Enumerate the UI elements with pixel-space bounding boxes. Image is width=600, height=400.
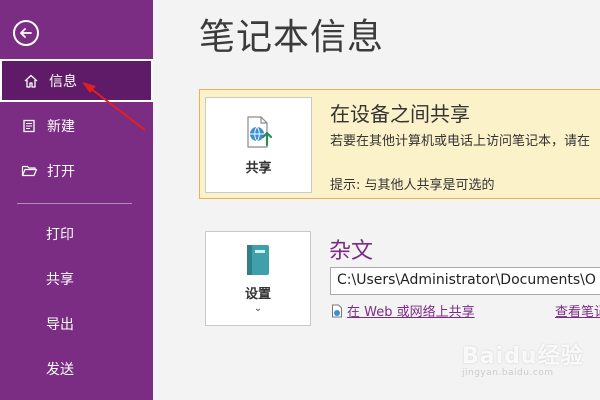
sidebar-item-label: 打开	[47, 163, 75, 180]
share-description: 若要在其他计算机或电话上访问笔记本，请在	[330, 134, 591, 149]
folder-open-icon	[20, 162, 38, 180]
back-arrow-icon	[20, 28, 32, 38]
share-tile-label: 共享	[245, 160, 272, 176]
home-icon	[22, 72, 40, 90]
settings-button[interactable]: 设置 ⌄	[205, 231, 311, 326]
settings-tile-label: 设置	[244, 287, 271, 302]
sidebar-item-share[interactable]: 共享	[0, 257, 153, 300]
share-notebook-icon	[246, 115, 272, 148]
notebook-name: 杂文	[329, 239, 374, 264]
sidebar-item-label: 共享	[46, 271, 74, 288]
page-title: 笔记本信息	[199, 17, 385, 58]
new-page-icon	[20, 117, 38, 135]
sidebar-item-export[interactable]: 导出	[0, 302, 153, 345]
share-panel: 共享 在设备之间共享 若要在其他计算机或电话上访问笔记本，请在 提示: 与其他人…	[199, 89, 600, 199]
sidebar-item-label: 导出	[46, 316, 74, 333]
sidebar-item-print[interactable]: 打印	[0, 212, 153, 255]
web-share-link-text: 在 Web 或网络上共享	[347, 305, 475, 320]
baidu-watermark: Baidu经验 jingyan.baidu.com	[462, 338, 584, 378]
sidebar-item-new[interactable]: 新建	[0, 104, 153, 147]
share-heading: 在设备之间共享	[330, 102, 470, 126]
chevron-down-icon: ⌄	[253, 303, 263, 314]
watermark-logo: Baidu经验	[462, 344, 584, 369]
sidebar-item-label: 信息	[49, 73, 77, 90]
sidebar-item-open[interactable]: 打开	[0, 149, 153, 192]
backstage-sidebar: 信息 新建 打开 打印 共享 导出 发送	[0, 0, 153, 400]
sidebar-item-label: 发送	[46, 361, 74, 378]
notebook-path-field[interactable]: C:\Users\Administrator\Documents\O	[330, 267, 600, 295]
sidebar-item-label: 新建	[47, 118, 75, 135]
share-button[interactable]: 共享	[205, 97, 312, 193]
notebook-icon	[247, 245, 269, 275]
view-notes-link[interactable]: 查看笔记	[555, 301, 600, 320]
sidebar-item-label: 打印	[46, 226, 74, 243]
sidebar-item-send[interactable]: 发送	[0, 347, 153, 390]
back-button[interactable]	[13, 20, 39, 46]
share-hint: 提示: 与其他人共享是可选的	[330, 178, 495, 193]
web-share-link[interactable]: 在 Web 或网络上共享	[331, 301, 475, 320]
sidebar-divider	[17, 203, 132, 204]
web-share-icon	[332, 304, 342, 317]
sidebar-item-info[interactable]: 信息	[0, 59, 153, 102]
